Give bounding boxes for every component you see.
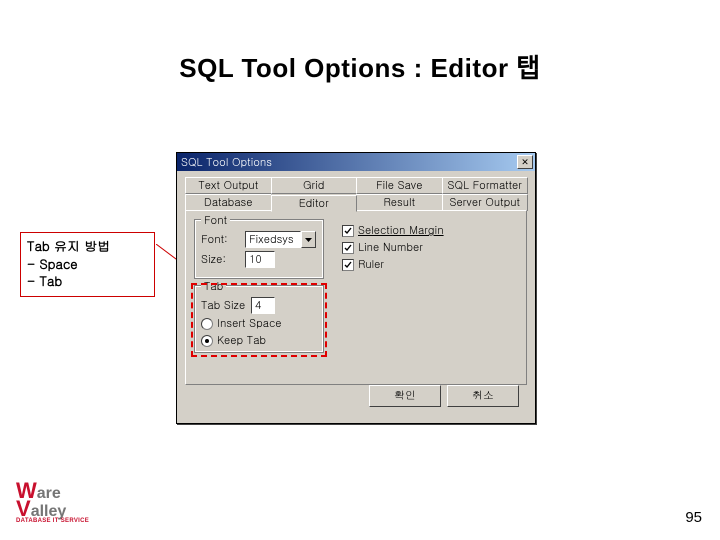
callout-tab-options: Tab 유지 방법 - Space - Tab bbox=[20, 232, 155, 297]
callout-line: - Space bbox=[27, 255, 148, 273]
tabsize-input[interactable] bbox=[251, 297, 275, 314]
tab-group-title: Tab bbox=[201, 279, 226, 294]
logo-tagline: DATABASE IT SERVICE bbox=[16, 519, 89, 524]
logo-are: are bbox=[37, 485, 61, 502]
ruler-label: Ruler bbox=[358, 257, 384, 272]
insert-space-label: Insert Space bbox=[217, 316, 282, 331]
chevron-down-icon bbox=[305, 238, 312, 242]
ruler-checkbox[interactable] bbox=[342, 259, 354, 271]
tab-editor[interactable]: Editor bbox=[271, 195, 358, 212]
tab-row-1: Text Output Grid File Save SQL Formatter bbox=[185, 177, 527, 194]
selection-margin-checkbox[interactable] bbox=[342, 225, 354, 237]
tab-sql-formatter[interactable]: SQL Formatter bbox=[442, 177, 529, 194]
tab-grid[interactable]: Grid bbox=[271, 177, 358, 194]
ok-button[interactable]: 확인 bbox=[369, 385, 441, 407]
dialog-title: SQL Tool Options bbox=[181, 155, 517, 170]
editor-view-options: Selection Margin Line Number Ruler bbox=[336, 221, 444, 272]
dialog-titlebar: SQL Tool Options ✕ bbox=[177, 153, 535, 171]
insert-space-radio[interactable] bbox=[201, 318, 213, 330]
options-dialog: SQL Tool Options ✕ Text Output Grid File… bbox=[176, 152, 536, 424]
tab-file-save[interactable]: File Save bbox=[356, 177, 443, 194]
dialog-button-bar: 확인 취소 bbox=[185, 385, 527, 415]
font-label: Font: bbox=[201, 232, 245, 247]
tab-server-output[interactable]: Server Output bbox=[442, 194, 529, 211]
font-dropdown-button[interactable] bbox=[301, 231, 316, 248]
selection-margin-label: Selection Margin bbox=[358, 223, 444, 238]
editor-tab-panel: Font Font: Size: T bbox=[185, 210, 527, 385]
font-size-input[interactable] bbox=[245, 251, 275, 268]
callout-line: Tab 유지 방법 bbox=[27, 237, 148, 255]
font-groupbox: Font Font: Size: bbox=[194, 219, 324, 279]
cancel-button[interactable]: 취소 bbox=[447, 385, 519, 407]
tab-database[interactable]: Database bbox=[185, 194, 272, 211]
keep-tab-label: Keep Tab bbox=[217, 333, 266, 348]
close-button[interactable]: ✕ bbox=[517, 155, 533, 169]
tab-text-output[interactable]: Text Output bbox=[185, 177, 272, 194]
line-number-checkbox[interactable] bbox=[342, 242, 354, 254]
tab-row-2: Database Editor Result Server Output bbox=[185, 194, 527, 211]
font-combobox[interactable] bbox=[245, 231, 301, 248]
warevalley-logo: Ware Valley DATABASE IT SERVICE bbox=[16, 482, 89, 524]
font-group-title: Font bbox=[201, 213, 230, 228]
line-number-label: Line Number bbox=[358, 240, 423, 255]
callout-line: - Tab bbox=[27, 272, 148, 290]
tab-groupbox: Tab Tab Size Insert Space Keep Tab bbox=[194, 285, 324, 353]
tab-result[interactable]: Result bbox=[356, 194, 443, 211]
tabsize-label: Tab Size bbox=[201, 298, 251, 313]
size-label: Size: bbox=[201, 252, 245, 267]
page-number: 95 bbox=[685, 509, 702, 526]
keep-tab-radio[interactable] bbox=[201, 335, 213, 347]
slide-title: SQL Tool Options : Editor 탭 bbox=[0, 48, 720, 85]
